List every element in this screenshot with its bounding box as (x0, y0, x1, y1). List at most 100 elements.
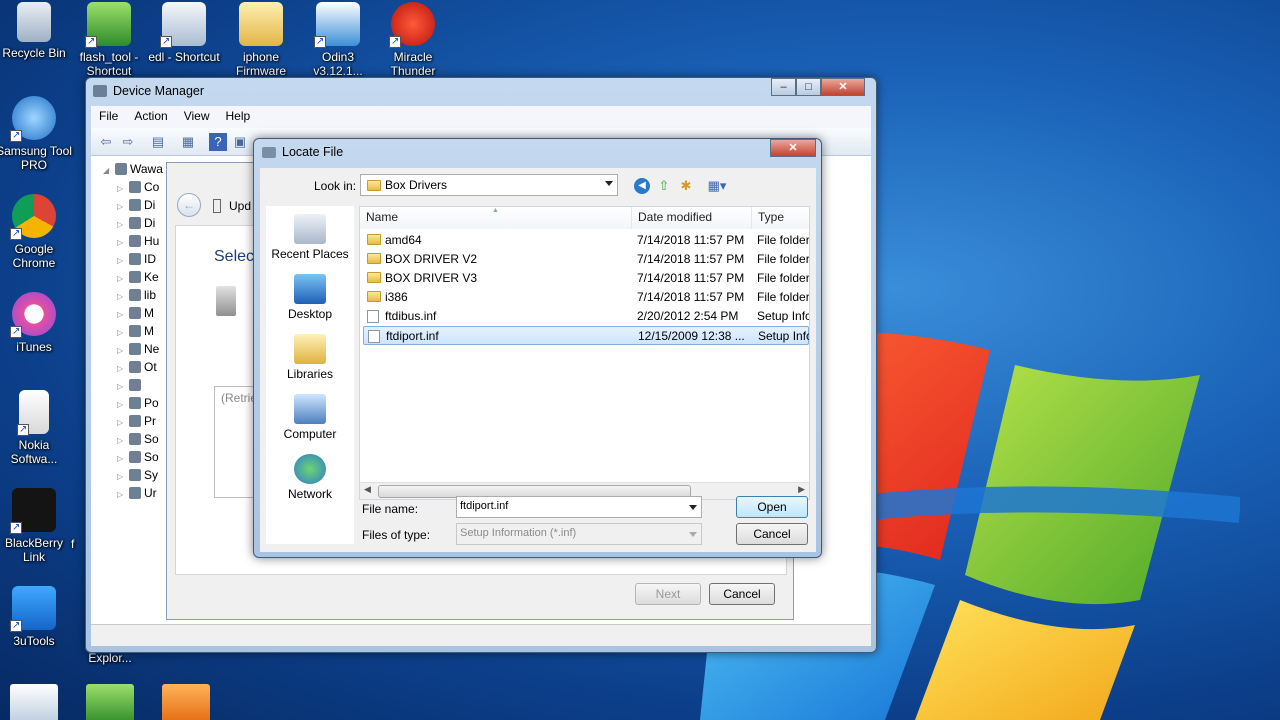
mouse-cursor (765, 500, 772, 503)
scroll-left-icon[interactable]: ◀ (364, 484, 371, 495)
files-of-type-dropdown[interactable]: Setup Information (*.inf) (456, 523, 702, 545)
tree-label: Sy (144, 468, 159, 482)
new-folder-icon[interactable]: ✱ (678, 178, 694, 194)
tree-item[interactable]: ▷ ID (117, 250, 156, 268)
tree-item[interactable]: ▷ Hu (117, 232, 159, 250)
tree-item[interactable]: ▷ M (117, 304, 154, 322)
menu-file[interactable]: File (91, 106, 126, 123)
desktop-icon-samsung-tool[interactable]: Samsung Tool PRO (0, 96, 72, 172)
menu-action[interactable]: Action (126, 106, 175, 123)
column-header-date[interactable]: Date modified (632, 207, 752, 229)
place-desktop[interactable]: Desktop (266, 274, 354, 321)
desktop-icon-recycle-bin[interactable]: Recycle Bin (0, 2, 72, 60)
tree-item[interactable]: ▷ M (117, 322, 154, 340)
maximize-button[interactable]: □ (796, 78, 821, 96)
tree-item[interactable]: ▷ Ur (117, 484, 157, 502)
back-arrow-icon[interactable]: ← (177, 193, 201, 217)
desktop-shortcut-icon[interactable] (10, 684, 58, 720)
scroll-right-icon[interactable]: ▶ (798, 484, 805, 495)
tree-item[interactable]: ▷ Sy (117, 466, 158, 484)
place-recent[interactable]: Recent Places (266, 214, 354, 261)
view-icon[interactable]: ▣ (231, 133, 249, 151)
desktop-icon-itunes[interactable]: iTunes (0, 292, 72, 354)
desktop-icon-3utools[interactable]: 3uTools (0, 586, 72, 648)
back-icon[interactable]: ◀ (634, 178, 650, 194)
tree-item[interactable]: ▷ lib (117, 286, 156, 304)
tree-item[interactable]: ▷ Di (117, 196, 155, 214)
place-label: Recent Places (271, 247, 349, 261)
desktop-icon-iphone-firmware[interactable]: iphone Firmware (223, 2, 299, 78)
orange-app-icon[interactable] (162, 684, 210, 720)
tree-item[interactable]: ▷ Ot (117, 358, 157, 376)
desktop-icon-odin[interactable]: Odin3 v3.12.1... (300, 2, 376, 78)
recycle-bin-icon (17, 2, 51, 42)
column-header-type[interactable]: Type (752, 207, 809, 229)
tree-item[interactable]: ▷ So (117, 430, 159, 448)
file-row[interactable]: amd64 7/14/2018 11:57 PM File folder (363, 231, 809, 250)
open-button[interactable]: Open (736, 496, 808, 518)
tree-item[interactable]: ▷ Ke (117, 268, 159, 286)
sort-up-icon: ▲ (492, 207, 499, 214)
flash-tool-icon[interactable] (86, 684, 134, 720)
help-icon[interactable]: ? (209, 133, 227, 151)
desktop-icon-blackberry[interactable]: BlackBerry Link (0, 488, 72, 564)
wizard-cancel-button[interactable]: Cancel (709, 583, 775, 605)
desktop-icon-label: BlackBerry Link (4, 536, 63, 564)
file-name: BOX DRIVER V3 (385, 271, 478, 285)
properties-icon[interactable]: ▤ (149, 133, 167, 151)
view-menu-icon[interactable]: ▦▾ (704, 178, 730, 194)
locate-file-dialog[interactable]: Locate File ✕ Look in: Box Drivers ◀ ⇧ ✱… (253, 138, 822, 558)
file-date: 7/14/2018 11:57 PM (637, 252, 745, 266)
file-row[interactable]: ftdiport.inf 12/15/2009 12:38 ... Setup In… (363, 326, 809, 345)
place-computer[interactable]: Computer (266, 394, 354, 441)
chevron-down-icon[interactable] (689, 505, 697, 510)
file-name-input[interactable]: ftdiport.inf (456, 496, 702, 518)
look-in-dropdown[interactable]: Box Drivers (360, 174, 618, 196)
list-icon[interactable]: ▦ (179, 133, 197, 151)
file-date: 7/14/2018 11:57 PM (637, 271, 745, 285)
place-libraries[interactable]: Libraries (266, 334, 354, 381)
tree-label: Co (144, 180, 160, 194)
folder-icon (239, 2, 283, 46)
file-row[interactable]: ftdibus.inf 2/20/2012 2:54 PM Setup Infc (363, 307, 809, 326)
desktop-icon-nokia[interactable]: Nokia Softwa... (0, 390, 72, 466)
driver-icon (216, 286, 236, 316)
file-name: i386 (385, 290, 408, 304)
desktop-icon-miracle-thunder[interactable]: Miracle Thunder (375, 2, 451, 78)
desktop-icon-edl[interactable]: edl - Shortcut (146, 2, 222, 64)
desktop-icon-label: edl - Shortcut (148, 50, 220, 64)
dialog-close-button[interactable]: ✕ (770, 139, 816, 157)
place-network[interactable]: Network (266, 454, 354, 501)
tree-item[interactable]: ▷ (117, 376, 144, 394)
back-arrow-icon[interactable]: ⇦ (97, 133, 115, 151)
next-button[interactable]: Next (635, 583, 701, 605)
forward-arrow-icon[interactable]: ⇨ (119, 133, 137, 151)
tree-item[interactable]: ▷ Po (117, 394, 159, 412)
menu-view[interactable]: View (176, 106, 218, 123)
file-list[interactable]: Name ▲ Date modified Type amd64 7/14/2018… (359, 206, 810, 500)
tree-item[interactable]: ▷ So (117, 448, 159, 466)
file-row[interactable]: i386 7/14/2018 11:57 PM File folder (363, 288, 809, 307)
minimize-button[interactable]: ‒ (771, 78, 796, 96)
desktop-icon (294, 274, 326, 304)
folder-icon (367, 291, 381, 302)
tree-item[interactable]: ▷ Co (117, 178, 159, 196)
file-row[interactable]: BOX DRIVER V3 7/14/2018 11:57 PM File fold… (363, 269, 809, 288)
up-folder-icon[interactable]: ⇧ (656, 178, 672, 194)
tree-item[interactable]: ▷ Ne (117, 340, 159, 358)
places-bar: Recent Places Desktop Libraries Computer… (266, 206, 354, 544)
file-date: 12/15/2009 12:38 ... (638, 329, 745, 343)
close-button[interactable]: ✕ (821, 78, 865, 96)
menu-help[interactable]: Help (218, 106, 259, 123)
device-category-icon (129, 469, 141, 481)
desktop-icon-chrome[interactable]: Google Chrome (0, 194, 72, 270)
tree-root[interactable]: ◢ Wawa (103, 160, 163, 178)
desktop-icon-flash-tool[interactable]: flash_tool - Shortcut (71, 2, 147, 78)
cancel-button[interactable]: Cancel (736, 523, 808, 545)
look-in-label: Look in: (314, 179, 357, 193)
device-category-icon (129, 343, 141, 355)
tree-item[interactable]: ▷ Di (117, 214, 155, 232)
file-row[interactable]: BOX DRIVER V2 7/14/2018 11:57 PM File fold… (363, 250, 809, 269)
tree-item[interactable]: ▷ Pr (117, 412, 156, 430)
expand-icon[interactable]: ▷ (117, 486, 129, 504)
